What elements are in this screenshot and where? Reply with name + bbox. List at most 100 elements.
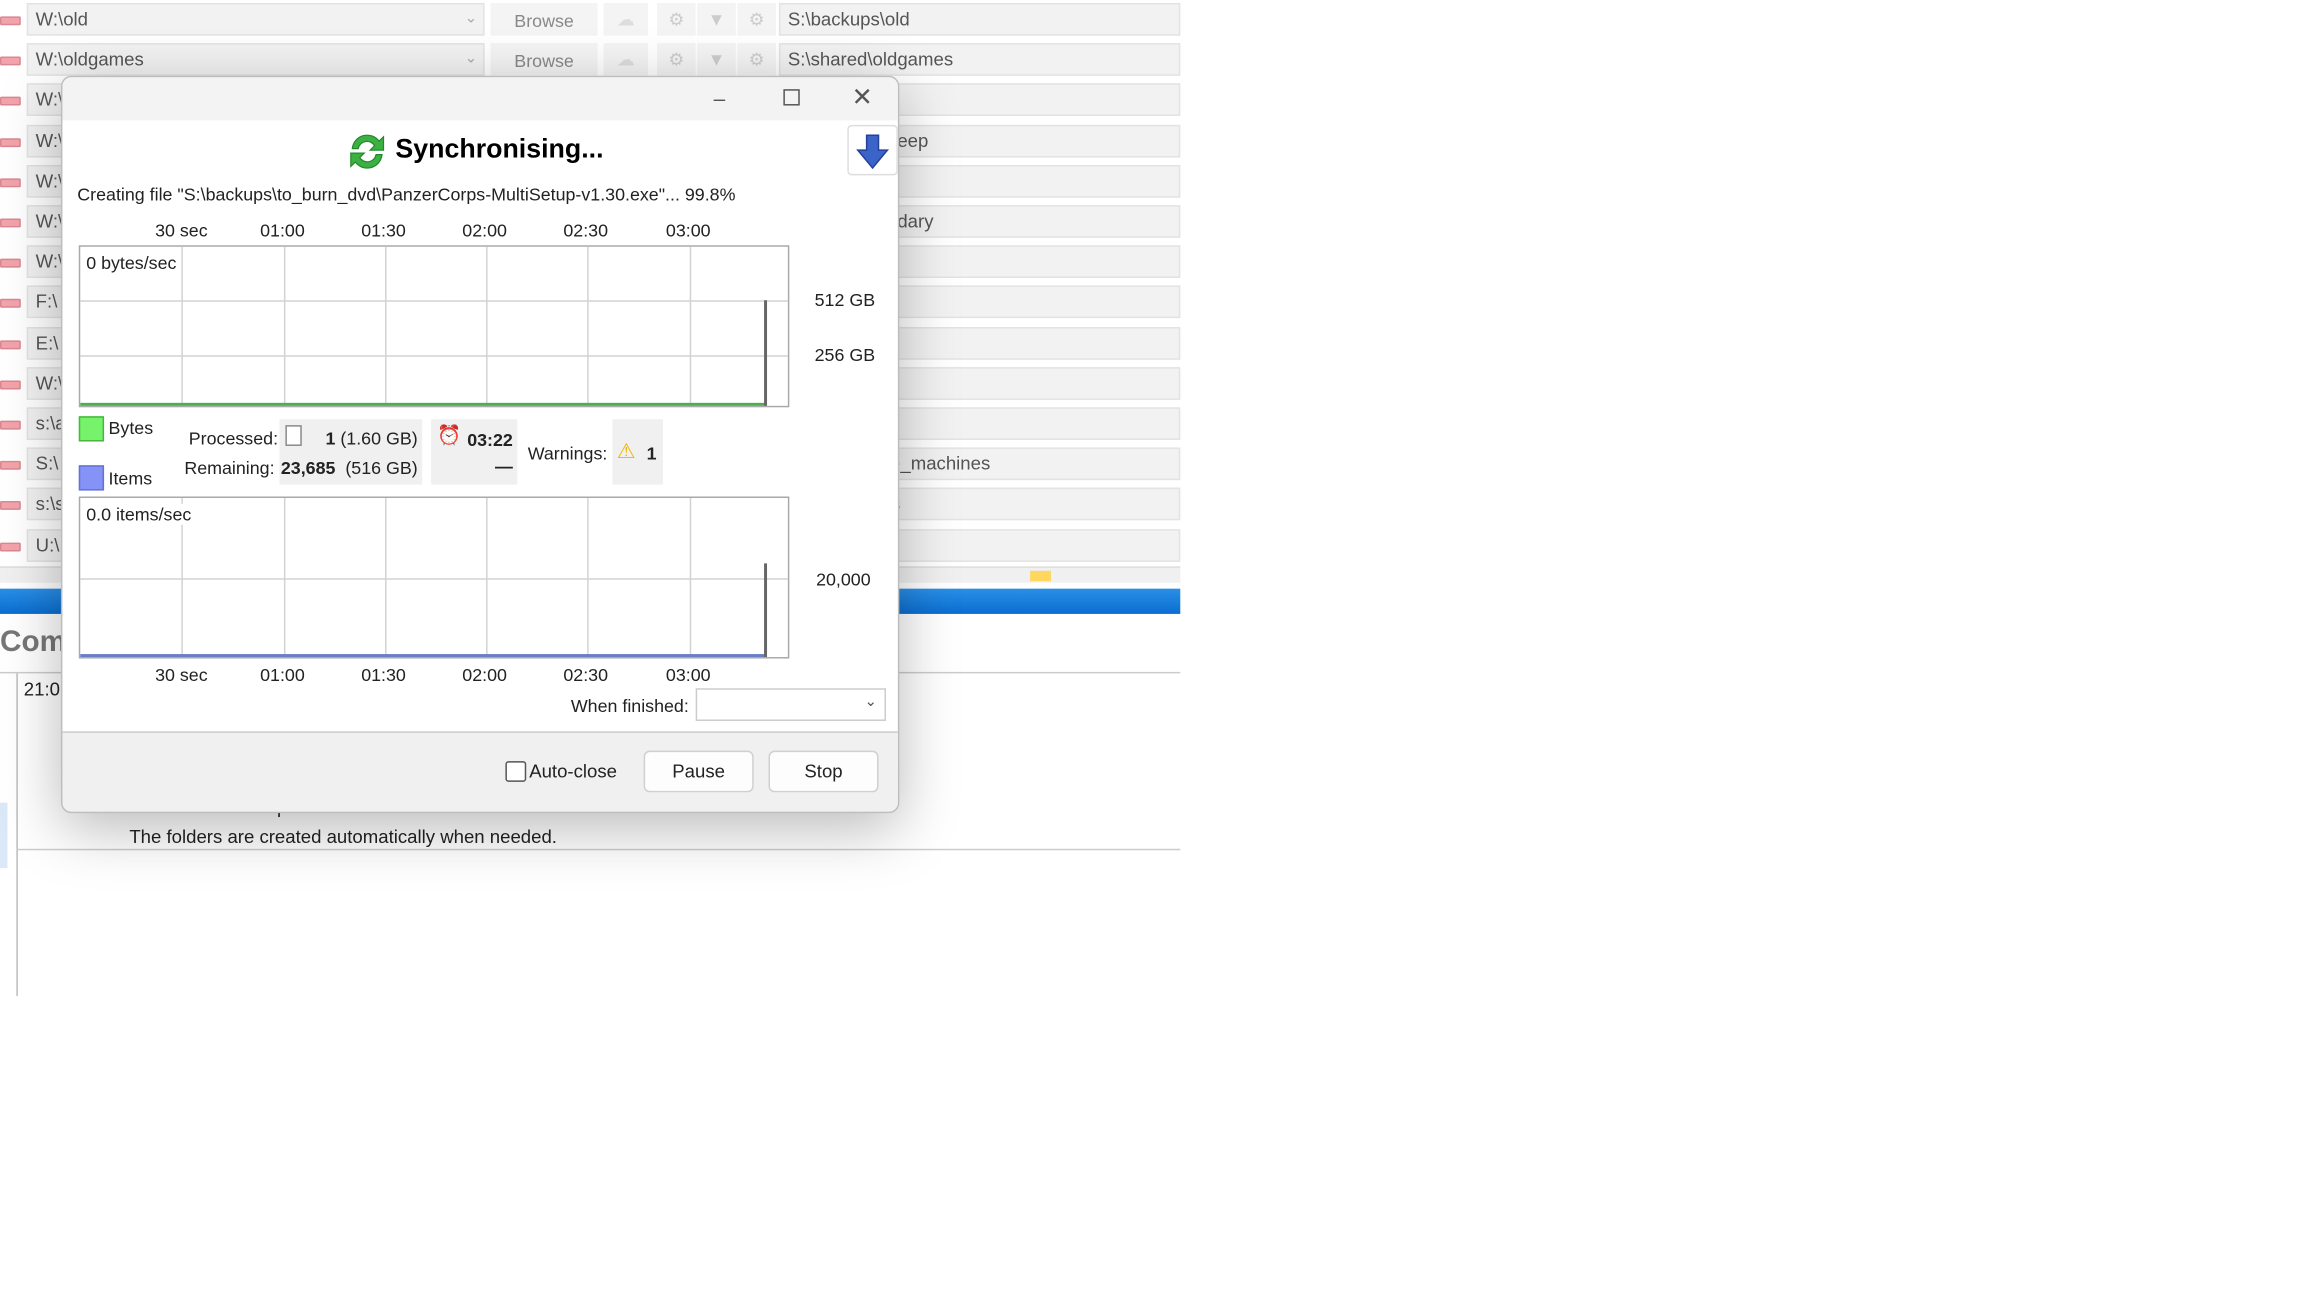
remaining-size: (516 GB) (345, 457, 418, 479)
minimize-button[interactable]: – (690, 83, 749, 113)
cloud-icon[interactable]: ☁ (603, 2, 649, 36)
pause-button[interactable]: Pause (643, 750, 754, 793)
remove-pair-icon[interactable] (0, 501, 21, 511)
warnings-panel[interactable]: ⚠ 1 (612, 419, 663, 485)
processed-value: 1 (1.60 GB) (325, 428, 417, 449)
gear-icon[interactable]: ⚙ (737, 2, 776, 36)
time-panel: ⏰ 03:22 — (431, 419, 518, 485)
maximize-button[interactable] (761, 83, 820, 113)
counts-panel: 1 (1.60 GB) 23,685 (516 GB) (279, 419, 423, 485)
remove-pair-icon[interactable] (0, 339, 21, 349)
target-folder-text: S:\shared\oldgames (787, 49, 954, 71)
legend-bytes-label: Bytes (108, 417, 154, 439)
remaining-value: 23,685 (516 GB) (281, 458, 418, 479)
time-tick-label: 03:00 (665, 220, 711, 241)
sync-icon (350, 134, 385, 169)
remove-pair-icon[interactable] (0, 541, 21, 551)
remaining-label: Remaining: (184, 457, 275, 479)
grid-line-vertical (385, 246, 387, 406)
remove-pair-icon[interactable] (0, 299, 21, 309)
remove-pair-icon[interactable] (0, 137, 21, 147)
gear-icon[interactable]: ⚙ (657, 43, 696, 77)
divider (16, 848, 1181, 851)
filter-icon[interactable]: ▼ (697, 2, 736, 36)
series-baseline (80, 654, 766, 658)
source-folder-text: F:\ (35, 291, 58, 313)
remove-pair-icon[interactable] (0, 380, 21, 390)
remaining-time: — (495, 456, 513, 478)
items-y-label: 20,000 (816, 569, 871, 591)
sync-progress-dialog: – ✕ Synchronising... Creating file "S:\b… (60, 75, 900, 814)
time-tick-label: 01:30 (361, 220, 406, 241)
filter-icon[interactable]: ▼ (697, 43, 736, 77)
time-tick-label: 30 sec (155, 220, 208, 241)
source-folder-input[interactable]: W:\old ⌄ (26, 2, 485, 36)
remove-pair-icon[interactable] (0, 420, 21, 430)
title-bar[interactable]: – ✕ (62, 77, 898, 121)
remove-pair-icon[interactable] (0, 218, 21, 228)
grid-line-vertical (283, 246, 286, 406)
current-time-marker (764, 300, 767, 406)
stage: W:\old ⌄ Browse ☁ ⚙ ▼ ⚙ S:\backups\old W:… (0, 0, 2304, 1296)
source-folder-text: W:\ (35, 211, 64, 232)
when-finished-label: When finished: (570, 695, 689, 717)
items-rate: 0.0 items/sec (86, 503, 192, 525)
remaining-count: 23,685 (280, 457, 336, 479)
arrow-down-icon (856, 134, 890, 170)
gear-icon[interactable]: ⚙ (657, 2, 696, 36)
chevron-down-icon[interactable]: ⌄ (465, 45, 477, 75)
time-tick-label: 02:00 (462, 664, 507, 686)
dialog-title: Synchronising... (395, 133, 604, 164)
close-button[interactable]: ✕ (832, 83, 891, 113)
source-folder-text: W:\ (35, 372, 64, 394)
grid-line-vertical (689, 246, 692, 406)
remove-pair-icon[interactable] (0, 461, 21, 471)
source-folder-text: W:\ (35, 89, 64, 111)
remove-pair-icon[interactable] (0, 97, 21, 107)
minimize-to-tray-button[interactable] (847, 124, 898, 176)
time-tick-label: 01:30 (361, 664, 406, 686)
remove-pair-icon[interactable] (0, 178, 21, 187)
legend-items-swatch (78, 465, 105, 491)
time-tick-label: 02:30 (563, 664, 609, 686)
folder-icon (1030, 570, 1051, 582)
time-tick-label: 02:30 (563, 220, 609, 241)
source-folder-text: W:\ (35, 170, 64, 192)
grid-line-horizontal (80, 355, 788, 357)
auto-close-label[interactable]: Auto-close (529, 761, 617, 782)
time-tick-label: 03:00 (665, 664, 711, 686)
stop-button[interactable]: Stop (768, 750, 879, 793)
target-folder-input[interactable]: S:\backups\old (778, 2, 1181, 36)
source-folder-text: W:\oldgames (35, 49, 144, 71)
remove-pair-icon[interactable] (0, 56, 21, 66)
source-folder-text: W:\ (35, 251, 64, 273)
cloud-icon[interactable]: ☁ (603, 43, 649, 77)
processed-count: 1 (325, 428, 336, 449)
chevron-down-icon: ⌄ (864, 694, 878, 711)
time-tick-label: 01:00 (260, 664, 305, 686)
source-folder-input[interactable]: W:\oldgames ⌄ (26, 43, 485, 77)
target-folder-input[interactable]: S:\shared\oldgames (778, 43, 1181, 77)
chevron-down-icon[interactable]: ⌄ (465, 4, 477, 34)
time-tick-label: 02:00 (462, 220, 507, 241)
items-chart: 0.0 items/sec (78, 496, 790, 659)
when-finished-select[interactable]: ⌄ (695, 688, 886, 721)
browse-button[interactable]: Browse (490, 2, 598, 36)
legend-items-label: Items (108, 468, 153, 490)
remove-pair-icon[interactable] (0, 16, 21, 26)
log-message: The folders are created automatically wh… (129, 826, 557, 848)
gear-icon[interactable]: ⚙ (737, 43, 776, 77)
processed-size: (1.60 GB) (340, 428, 418, 449)
grid-line-horizontal (80, 300, 788, 302)
auto-close-checkbox[interactable] (505, 761, 527, 782)
legend-bytes-swatch (78, 416, 105, 442)
status-text: Creating file "S:\backups\to_burn_dvd\Pa… (77, 184, 736, 206)
remove-pair-icon[interactable] (0, 258, 21, 268)
processed-label: Processed: (188, 428, 279, 449)
grid-line-vertical (181, 246, 183, 406)
file-icon (285, 425, 302, 446)
browse-button[interactable]: Browse (490, 43, 598, 77)
alarm-clock-icon: ⏰ (437, 423, 462, 446)
series-baseline (80, 402, 766, 406)
grid-line-horizontal (80, 578, 788, 580)
